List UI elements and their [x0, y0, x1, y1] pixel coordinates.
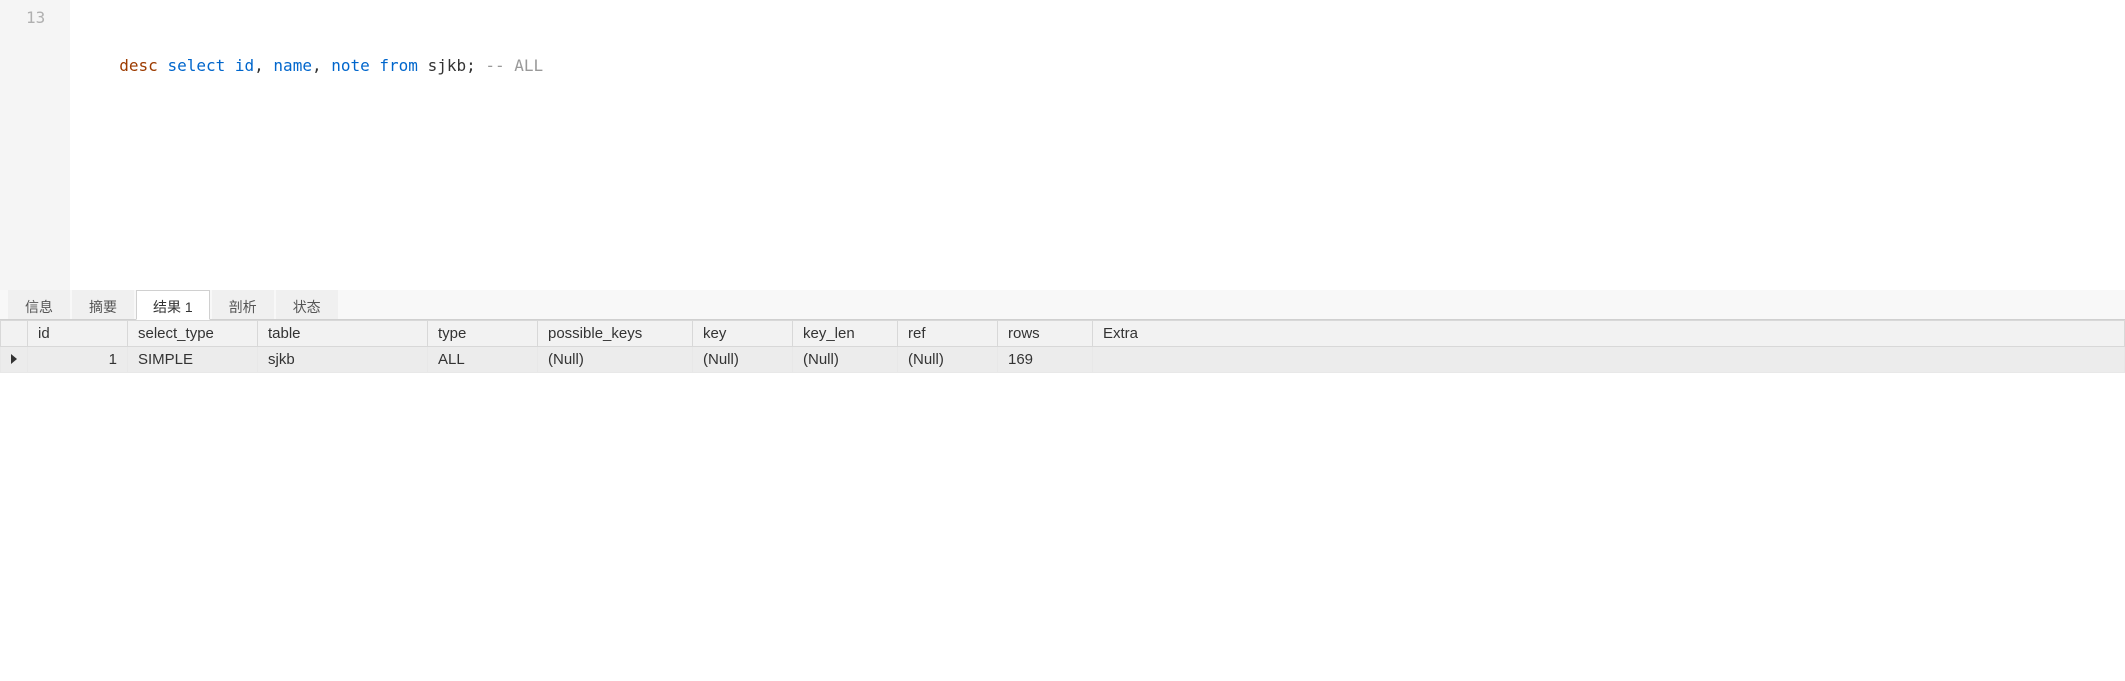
cell-key-len[interactable]: (Null) [793, 347, 898, 373]
row-indicator-icon [11, 354, 17, 364]
header-rows[interactable]: rows [998, 321, 1093, 347]
row-number: 1 [28, 347, 128, 373]
header-id[interactable]: id [28, 321, 128, 347]
line-number: 13 [26, 6, 45, 30]
cell-type[interactable]: ALL [428, 347, 538, 373]
code-line: desc select id, name, note from sjkb; --… [119, 56, 543, 75]
results-tabs: 信息 摘要 结果 1 剖析 状态 [0, 290, 2125, 320]
tab-result-1[interactable]: 结果 1 [136, 290, 210, 320]
cell-possible-keys[interactable]: (Null) [538, 347, 693, 373]
comma: , [312, 56, 322, 75]
column-id: id [235, 56, 254, 75]
header-possible-keys[interactable]: possible_keys [538, 321, 693, 347]
sql-editor[interactable]: 13 desc select id, name, note from sjkb;… [0, 0, 2125, 290]
cell-ref[interactable]: (Null) [898, 347, 998, 373]
header-corner [1, 321, 28, 347]
header-key[interactable]: key [693, 321, 793, 347]
header-table[interactable]: table [258, 321, 428, 347]
sql-comment: -- ALL [485, 56, 543, 75]
keyword-desc: desc [119, 56, 158, 75]
tab-info[interactable]: 信息 [8, 290, 70, 319]
row-indicator-cell [1, 347, 28, 373]
header-select-type[interactable]: select_type [128, 321, 258, 347]
table-name: sjkb [428, 56, 467, 75]
header-ref[interactable]: ref [898, 321, 998, 347]
header-key-len[interactable]: key_len [793, 321, 898, 347]
column-note: note [331, 56, 370, 75]
table-header-row: id select_type table type possible_keys … [1, 321, 2125, 347]
header-extra[interactable]: Extra [1093, 321, 2125, 347]
cell-select-type[interactable]: SIMPLE [128, 347, 258, 373]
column-name: name [273, 56, 312, 75]
keyword-from: from [379, 56, 418, 75]
table-row[interactable]: 1 SIMPLE sjkb ALL (Null) (Null) (Null) (… [1, 347, 2125, 373]
semicolon: ; [466, 56, 476, 75]
tab-profile[interactable]: 剖析 [212, 290, 274, 319]
cell-table[interactable]: sjkb [258, 347, 428, 373]
comma: , [254, 56, 264, 75]
cell-rows[interactable]: 169 [998, 347, 1093, 373]
tab-status[interactable]: 状态 [276, 290, 338, 319]
keyword-select: select [167, 56, 225, 75]
cell-extra[interactable] [1093, 347, 2125, 373]
cell-key[interactable]: (Null) [693, 347, 793, 373]
header-type[interactable]: type [428, 321, 538, 347]
results-table: id select_type table type possible_keys … [0, 320, 2125, 373]
tab-summary[interactable]: 摘要 [72, 290, 134, 319]
